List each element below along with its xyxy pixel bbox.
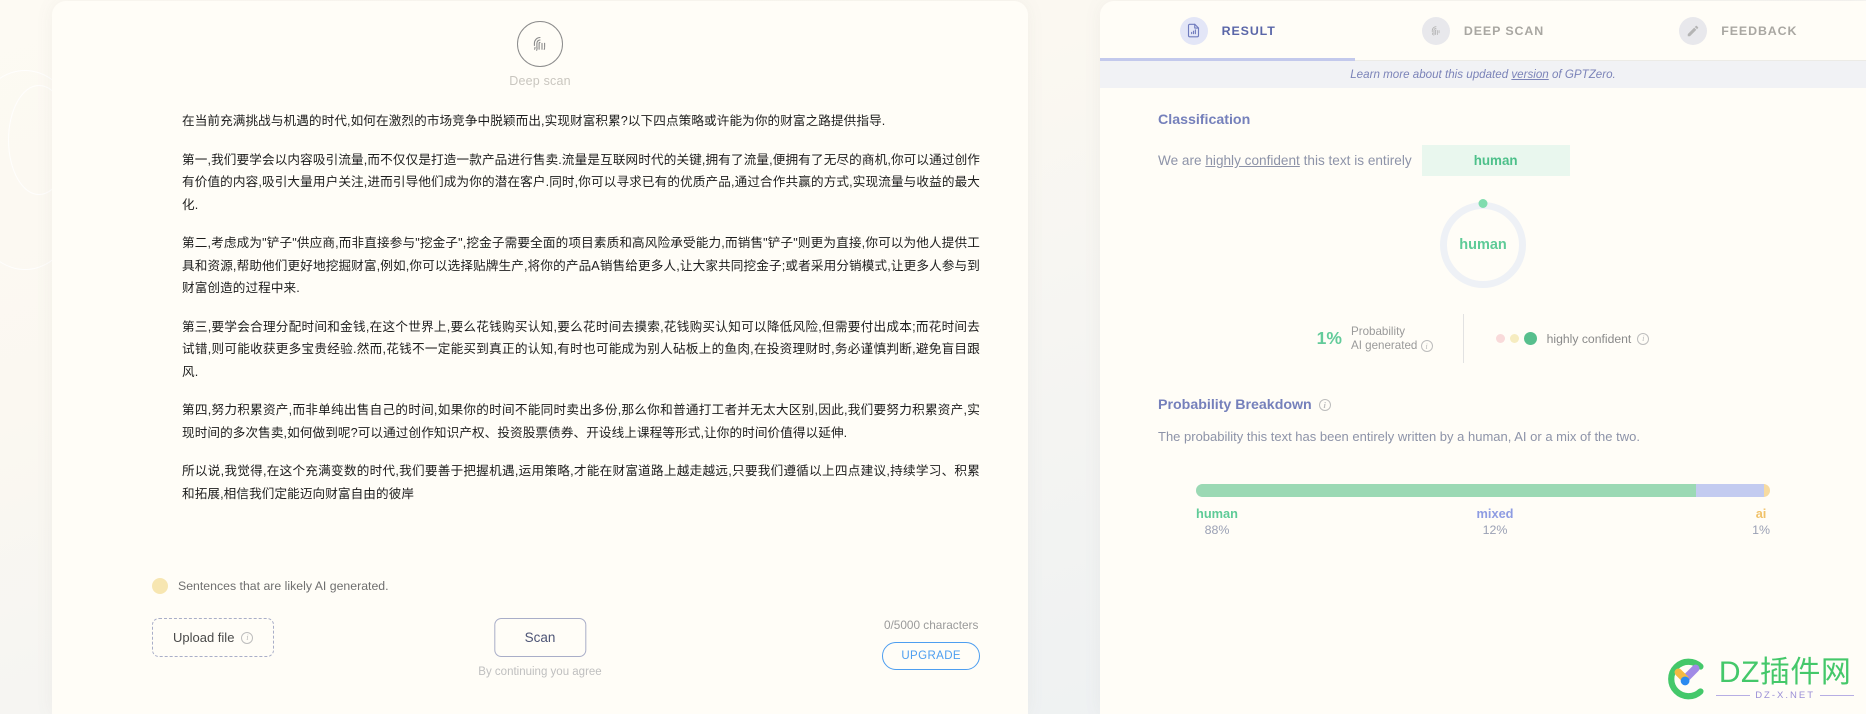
version-notice: Learn more about this updated version of… (1100, 61, 1866, 88)
probability-bar-chart: human 88% mixed 12% ai 1% (1100, 484, 1866, 537)
confidence-gauge: human (1158, 198, 1808, 288)
classification-tail: this text is entirely (1299, 153, 1412, 168)
info-icon[interactable]: i (1318, 399, 1331, 411)
legend-ai-name: ai (1755, 506, 1767, 521)
legend-mixed-name: mixed (1476, 506, 1514, 521)
document-chart-icon (1179, 16, 1208, 45)
bar-chart-legend: human 88% mixed 12% ai 1% (1196, 506, 1770, 537)
terms-notice[interactable]: By continuing you agree (478, 666, 601, 678)
fingerprint-icon (1421, 16, 1450, 45)
probability-breakdown-section: Probability Breakdown i The probability … (1100, 363, 1866, 444)
bar-segment-mixed (1696, 484, 1765, 497)
upgrade-button[interactable]: UPGRADE (882, 642, 980, 670)
watermark-subtitle: DZ-X.NET (1716, 690, 1854, 701)
character-count: 0/5000 characters (883, 618, 979, 632)
watermark-text: DZ插件网 DZ-X.NET (1716, 656, 1854, 702)
legend-human-name: human (1196, 506, 1238, 521)
legend-color-dot (152, 578, 168, 594)
document-text-area[interactable]: 在当前充满挑战与机遇的时代,如何在激烈的市场竞争中脱颖而出,实现财富积累?以下四… (52, 88, 1028, 578)
info-icon[interactable]: i (1637, 332, 1650, 345)
version-notice-prefix: Learn more about this updated (1350, 68, 1512, 81)
breakdown-title-group: Probability Breakdown i (1158, 397, 1808, 413)
classification-section: Classification We are highly confident t… (1100, 88, 1866, 363)
version-notice-suffix: of GPTZero. (1548, 68, 1616, 81)
paragraph: 第一,我们要学会以内容吸引流量,而不仅仅是打造一款产品进行售卖.流量是互联网时代… (182, 152, 980, 212)
app-stage: Deep scan 在当前充满挑战与机遇的时代,如何在激烈的市场竞争中脱颖而出,… (0, 0, 1866, 714)
ai-probability-value: 1% (1316, 328, 1342, 348)
results-tabs: RESULT DEEP SCAN FEEDBACK (1100, 1, 1866, 61)
confidence-label: highly confident (1546, 331, 1632, 346)
bar-segment-ai (1764, 484, 1770, 497)
info-icon[interactable]: i (241, 631, 254, 644)
fingerprint-icon (517, 21, 563, 67)
ai-sentence-legend: Sentences that are likely AI generated. (52, 578, 1028, 594)
classification-emphasis: highly confident (1205, 153, 1300, 168)
ai-probability-label-line2: AI generated (1350, 338, 1418, 352)
scan-button[interactable]: Scan (493, 618, 586, 657)
legend-item-ai: ai 1% (1752, 506, 1770, 537)
legend-mixed-value: 12% (1482, 523, 1508, 537)
version-link[interactable]: version (1511, 68, 1548, 81)
gauge-label: human (1459, 237, 1507, 253)
paragraph: 第四,努力积累资产,而非单纯出售自己的时间,如果你的时间不能同时卖出多份,那么你… (182, 403, 980, 440)
breakdown-title: Probability Breakdown (1158, 397, 1312, 413)
results-panel: RESULT DEEP SCAN FEEDBACK Learn more abo… (1100, 1, 1866, 714)
legend-ai-value: 1% (1752, 523, 1770, 537)
confidence-dot-medium (1509, 334, 1519, 343)
tab-feedback-label: FEEDBACK (1721, 23, 1798, 38)
upload-file-button[interactable]: Upload file i (152, 618, 275, 657)
confidence-dots (1495, 332, 1537, 345)
scan-group: Scan By continuing you agree (478, 618, 602, 678)
tab-deep-scan-label: DEEP SCAN (1463, 23, 1545, 38)
stacked-bar (1196, 484, 1770, 497)
legend-item-mixed: mixed 12% (1477, 506, 1514, 537)
verdict-badge: human (1421, 145, 1570, 176)
paragraph: 第二,考虑成为"铲子"供应商,而非直接参与"挖金子",挖金子需要全面的项目素质和… (182, 236, 980, 295)
paragraph: 在当前充满挑战与机遇的时代,如何在激烈的市场竞争中脱颖而出,实现财富积累?以下四… (182, 114, 886, 128)
confidence-stat: highly confident i (1464, 332, 1650, 346)
summary-stats: 1% Probability AI generated i highly con… (1158, 314, 1808, 363)
ai-probability-label: Probability AI generated i (1351, 325, 1433, 353)
editor-footer: Upload file i Scan By continuing you agr… (52, 618, 1028, 714)
ai-probability-stat: 1% Probability AI generated i (1317, 325, 1463, 353)
classification-statement: We are highly confident this text is ent… (1158, 145, 1808, 176)
tab-result-label: RESULT (1221, 23, 1276, 38)
editor-panel: Deep scan 在当前充满挑战与机遇的时代,如何在激烈的市场竞争中脱颖而出,… (52, 1, 1028, 714)
legend-label: Sentences that are likely AI generated. (178, 579, 389, 593)
deep-scan-header: Deep scan (52, 1, 1028, 88)
breakdown-description: The probability this text has been entir… (1158, 429, 1640, 444)
site-watermark: DZ插件网 DZ-X.NET (1664, 656, 1854, 702)
upload-file-label: Upload file (173, 630, 235, 645)
classification-lead: We are (1158, 153, 1206, 168)
deep-scan-label: Deep scan (509, 74, 571, 88)
confidence-label-group: highly confident i (1547, 332, 1650, 346)
gauge-knob (1478, 198, 1488, 208)
paragraph: 所以说,我觉得,在这个充满变数的时代,我们要善于把握机遇,运用策略,才能在财富道… (182, 464, 980, 501)
legend-human-value: 88% (1204, 523, 1230, 537)
gauge-ring: human (1440, 198, 1526, 288)
bar-segment-human (1196, 484, 1697, 497)
tab-feedback[interactable]: FEEDBACK (1611, 1, 1866, 60)
paragraph: 第三,要学会合理分配时间和金钱,在这个世界上,要么花钱购买认知,要么花时间去摸索… (182, 319, 980, 379)
confidence-dot-low (1495, 334, 1505, 343)
classification-title: Classification (1158, 112, 1251, 128)
tab-deep-scan[interactable]: DEEP SCAN (1355, 1, 1610, 60)
classification-sentence: We are highly confident this text is ent… (1158, 153, 1412, 168)
pencil-icon (1679, 16, 1708, 45)
ai-probability-label-line1: Probability (1350, 324, 1406, 338)
watermark-title: DZ插件网 (1718, 656, 1852, 689)
dz-logo-icon (1668, 658, 1704, 700)
confidence-dot-high (1523, 332, 1537, 345)
tab-result[interactable]: RESULT (1100, 1, 1356, 61)
character-counter-group: 0/5000 characters UPGRADE (882, 618, 980, 670)
legend-item-human: human 88% (1196, 506, 1238, 537)
info-icon[interactable]: i (1420, 339, 1433, 352)
